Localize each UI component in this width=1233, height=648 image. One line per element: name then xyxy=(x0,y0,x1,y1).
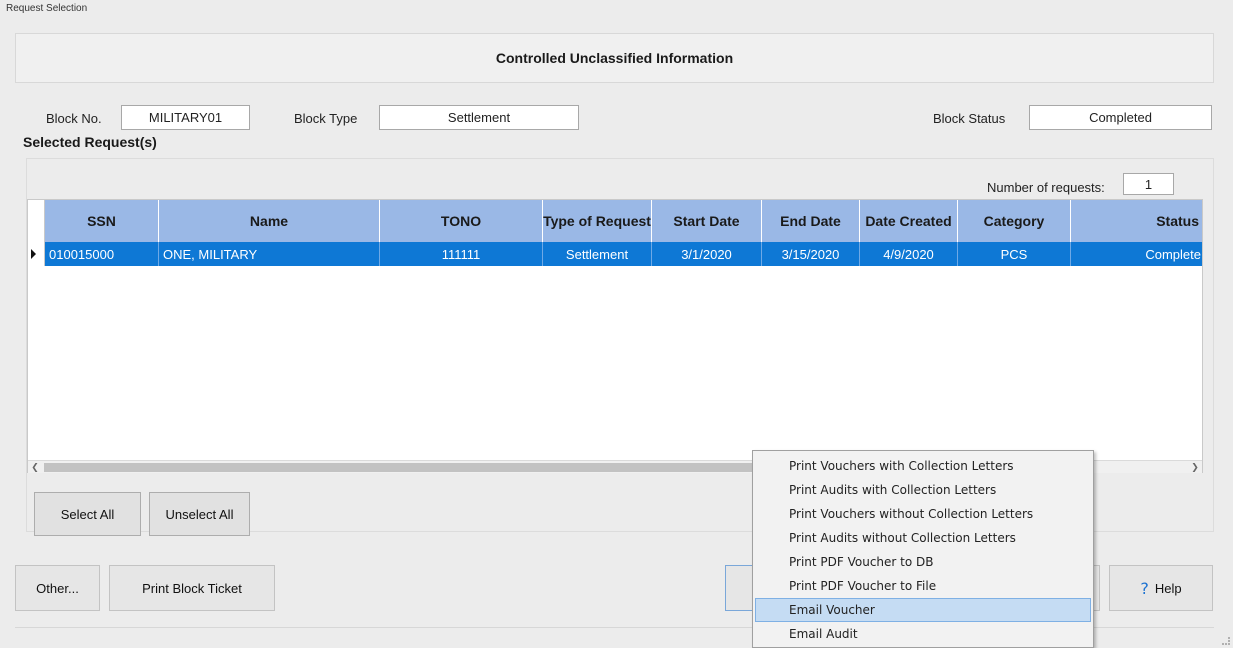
menu-item-email-voucher[interactable]: Email Voucher xyxy=(755,598,1091,622)
cell-type-of-request[interactable]: Settlement xyxy=(543,242,652,266)
menu-item-print-audits-without-collection-letters[interactable]: Print Audits without Collection Letters xyxy=(755,526,1091,550)
number-of-requests-field[interactable]: 1 xyxy=(1123,173,1174,195)
block-no-field[interactable]: MILITARY01 xyxy=(121,105,250,130)
cell-tono[interactable]: 111111 xyxy=(380,242,543,266)
current-row-arrow-icon xyxy=(31,249,36,259)
grid-header: SSN Name TONO Type of Request Start Date… xyxy=(28,200,1202,242)
cell-end-date[interactable]: 3/15/2020 xyxy=(762,242,860,266)
window-title: Request Selection xyxy=(6,3,88,14)
menu-item-print-audits-with-collection-letters[interactable]: Print Audits with Collection Letters xyxy=(755,478,1091,502)
column-header-type-of-request[interactable]: Type of Request xyxy=(543,200,652,242)
cell-start-date[interactable]: 3/1/2020 xyxy=(652,242,762,266)
row-header[interactable] xyxy=(28,242,45,266)
column-header-category[interactable]: Category xyxy=(958,200,1071,242)
other-button[interactable]: Other... xyxy=(15,565,100,611)
print-options-menu[interactable]: Print Vouchers with Collection Letters P… xyxy=(752,450,1094,648)
selected-requests-title: Selected Request(s) xyxy=(21,134,159,150)
column-header-ssn[interactable]: SSN xyxy=(45,200,159,242)
help-button[interactable]: ? Help xyxy=(1109,565,1213,611)
column-header-tono[interactable]: TONO xyxy=(380,200,543,242)
cell-name[interactable]: ONE, MILITARY xyxy=(159,242,380,266)
cui-banner-text: Controlled Unclassified Information xyxy=(495,50,734,66)
cell-date-created[interactable]: 4/9/2020 xyxy=(860,242,958,266)
cell-category[interactable]: PCS xyxy=(958,242,1071,266)
question-mark-icon: ? xyxy=(1140,578,1149,598)
menu-item-email-audit[interactable]: Email Audit xyxy=(755,622,1091,646)
menu-item-print-pdf-voucher-to-file[interactable]: Print PDF Voucher to File xyxy=(755,574,1091,598)
menu-item-print-vouchers-without-collection-letters[interactable]: Print Vouchers without Collection Letter… xyxy=(755,502,1091,526)
column-header-status[interactable]: Status xyxy=(1071,200,1202,242)
block-type-label: Block Type xyxy=(294,111,358,126)
scrollbar-thumb[interactable] xyxy=(44,463,769,472)
unselect-all-button[interactable]: Unselect All xyxy=(149,492,250,536)
print-block-ticket-button[interactable]: Print Block Ticket xyxy=(109,565,275,611)
column-header-start-date[interactable]: Start Date xyxy=(652,200,762,242)
help-button-label: Help xyxy=(1154,580,1182,596)
cell-ssn[interactable]: 010015000 xyxy=(45,242,159,266)
row-header-corner xyxy=(28,200,45,242)
table-row[interactable]: 010015000 ONE, MILITARY 111111 Settlemen… xyxy=(28,242,1202,266)
block-type-field[interactable]: Settlement xyxy=(379,105,579,130)
resize-grip-icon[interactable] xyxy=(1222,637,1230,645)
scroll-left-arrow-icon[interactable]: ❮ xyxy=(28,461,42,474)
menu-item-print-vouchers-with-collection-letters[interactable]: Print Vouchers with Collection Letters xyxy=(755,454,1091,478)
block-no-label: Block No. xyxy=(46,111,102,126)
block-status-field[interactable]: Completed xyxy=(1029,105,1212,130)
column-header-name[interactable]: Name xyxy=(159,200,380,242)
column-header-end-date[interactable]: End Date xyxy=(762,200,860,242)
column-header-date-created[interactable]: Date Created xyxy=(860,200,958,242)
select-all-button[interactable]: Select All xyxy=(34,492,141,536)
menu-item-print-pdf-voucher-to-db[interactable]: Print PDF Voucher to DB xyxy=(755,550,1091,574)
block-status-label: Block Status xyxy=(933,111,1006,126)
number-of-requests-label: Number of requests: xyxy=(987,180,1105,195)
cell-status[interactable]: Complete xyxy=(1071,242,1202,266)
cui-banner: Controlled Unclassified Information xyxy=(15,33,1214,83)
requests-grid[interactable]: SSN Name TONO Type of Request Start Date… xyxy=(27,199,1203,473)
scroll-right-arrow-icon[interactable]: ❯ xyxy=(1188,461,1202,474)
